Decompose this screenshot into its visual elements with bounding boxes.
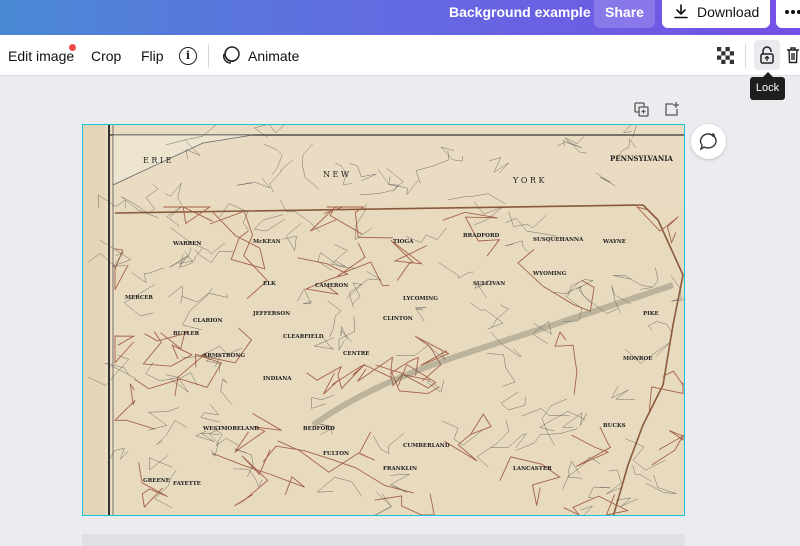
map-region-label: Y O R K	[512, 176, 545, 185]
map-county-label: CUMBERLAND	[403, 443, 450, 449]
map-county-label: TIOGA	[393, 239, 414, 245]
design-canvas[interactable]: PENNSYLVANIA E R I E N E W Y O R K TIOGA BRAD…	[82, 124, 685, 516]
lock-button[interactable]	[754, 40, 780, 70]
download-icon	[674, 4, 688, 19]
map-county-label: SULLIVAN	[473, 281, 505, 287]
map-county-label: PIKE	[643, 311, 659, 317]
map-county-label: CLARION	[193, 318, 222, 324]
map-county-label: CLEARFIELD	[283, 334, 324, 340]
map-region-label: N E W	[323, 170, 350, 179]
map-county-label: WARREN	[172, 241, 201, 247]
more-icon	[785, 10, 789, 14]
map-county-label: WAYNE	[602, 239, 626, 245]
comment-icon	[699, 133, 717, 151]
edit-image-button[interactable]: Edit image	[8, 48, 74, 64]
map-county-label: WYOMING	[532, 271, 567, 277]
map-county-label: MERCER	[125, 295, 153, 301]
toolbar-divider	[745, 44, 746, 68]
editor-header: Background example Share Download	[0, 0, 800, 35]
map-region-label: E R I E	[143, 156, 172, 165]
map-county-label: GREENE	[143, 478, 170, 484]
notification-dot	[69, 44, 76, 51]
map-county-label: CLINTON	[383, 316, 413, 322]
map-county-label: McKEAN	[253, 239, 281, 245]
download-label: Download	[697, 4, 760, 20]
document-title[interactable]: Background example	[449, 5, 591, 20]
map-title: PENNSYLVANIA	[610, 154, 674, 163]
map-county-label: FRANKLIN	[383, 466, 417, 472]
crop-button[interactable]: Crop	[91, 48, 121, 64]
image-toolbar: Edit image Crop Flip i Animate	[0, 35, 800, 76]
share-button[interactable]: Share	[594, 0, 655, 28]
map-county-label: INDIANA	[263, 376, 292, 382]
map-county-label: LANCASTER	[513, 466, 552, 472]
trash-icon[interactable]	[786, 46, 800, 64]
map-county-label: LYCOMING	[403, 296, 438, 302]
map-county-label: ELK	[263, 281, 276, 287]
map-county-label: CENTRE	[343, 351, 369, 357]
animate-button[interactable]: Animate	[248, 48, 299, 64]
flip-button[interactable]: Flip	[141, 48, 164, 64]
map-county-label: BEDFORD	[303, 426, 335, 432]
lock-tooltip: Lock	[750, 72, 785, 100]
map-county-label: MONROE	[623, 356, 652, 362]
add-comment-button[interactable]	[691, 124, 726, 159]
next-page-preview	[82, 534, 685, 546]
map-county-label: WESTMORELAND	[202, 426, 259, 432]
lock-icon	[760, 46, 774, 64]
pennsylvania-map-image[interactable]: PENNSYLVANIA E R I E N E W Y O R K TIOGA BRAD…	[83, 125, 685, 516]
copy-page-icon[interactable]	[634, 102, 649, 117]
map-county-label: BUTLER	[173, 331, 200, 337]
map-county-label: CAMERON	[315, 283, 348, 289]
more-options-button[interactable]	[776, 0, 800, 28]
map-county-label: SUSQUEHANNA	[533, 237, 584, 243]
info-icon[interactable]: i	[179, 47, 197, 65]
toolbar-divider	[208, 44, 209, 68]
animate-icon[interactable]	[221, 45, 241, 65]
map-county-label: ARMSTRONG	[202, 353, 245, 359]
map-county-label: FULTON	[323, 451, 349, 457]
add-page-icon[interactable]	[664, 101, 680, 117]
map-county-label: BRADFORD	[463, 233, 500, 239]
transparency-icon[interactable]	[717, 47, 734, 64]
map-county-label: JEFFERSON	[252, 311, 290, 317]
map-county-label: BUCKS	[603, 423, 626, 429]
download-button[interactable]: Download	[662, 0, 770, 28]
map-county-label: FAYETTE	[173, 481, 201, 487]
more-icon-dot	[791, 10, 795, 14]
